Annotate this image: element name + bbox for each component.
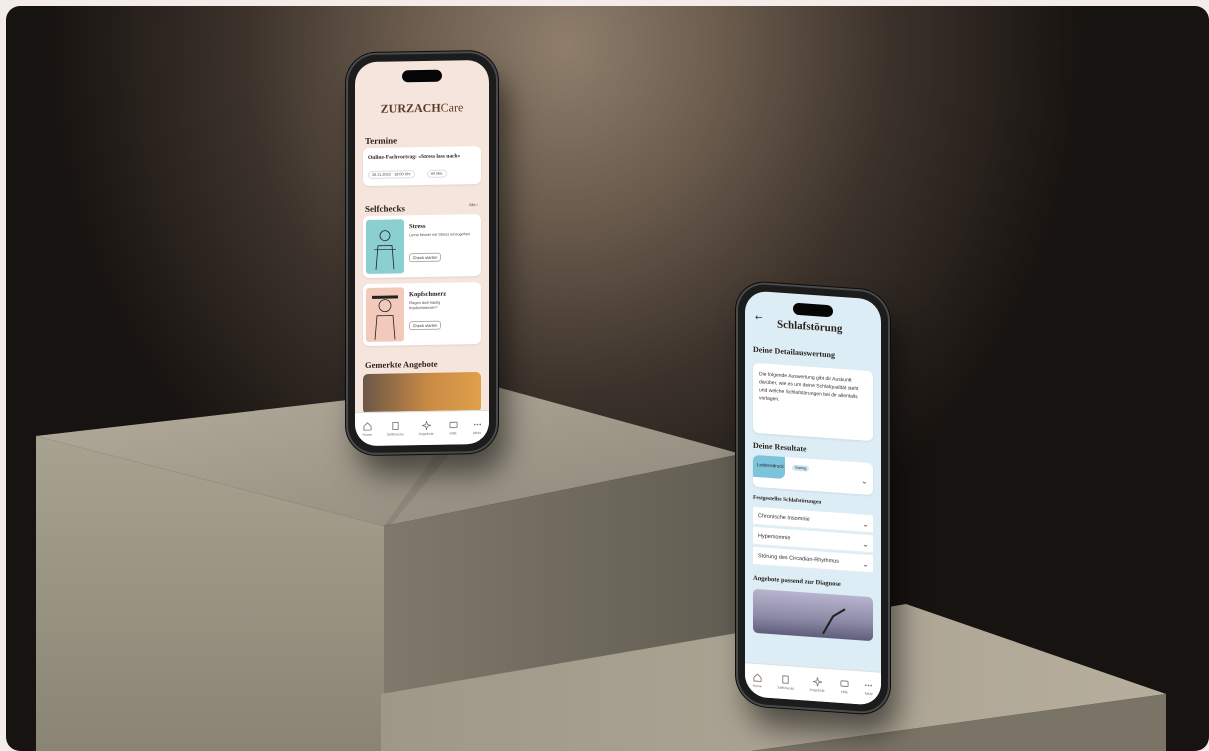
spark-icon (812, 677, 822, 687)
selfcheck-title: Kopfschmerz (409, 290, 447, 299)
clipboard-icon (392, 421, 399, 431)
offer-image[interactable] (363, 371, 481, 415)
bottom-navigation: Home Selfchecks Angebote Hilfe Mehr (355, 409, 489, 447)
app-logo: ZURZACHCare (380, 100, 464, 116)
section-title-results: Deine Resultate (753, 440, 807, 454)
nav-mehr[interactable]: Mehr (473, 420, 482, 435)
finding-label: Chronische Insomnie (758, 513, 810, 523)
back-arrow-icon[interactable]: ← (755, 313, 763, 324)
nav-hilfe[interactable]: Hilfe (840, 679, 849, 695)
selfcheck-card-stress[interactable]: Stress Lerne besser mit Stress umzugehen… (363, 213, 481, 279)
nav-hilfe[interactable]: Hilfe (449, 420, 458, 436)
selfchecks-more-link[interactable]: Alle › (469, 202, 478, 207)
results-card[interactable]: Leidensdruck Gering ⌄ (753, 454, 873, 496)
chevron-down-icon: ⌄ (862, 519, 869, 529)
dynamic-island (793, 302, 833, 318)
chevron-down-icon: ⌄ (862, 559, 869, 569)
photo-scene: ZURZACHCare Termine Online-Fachvortrag: … (6, 6, 1209, 751)
nav-home[interactable]: Home (362, 422, 372, 437)
section-title-offers: Angebote passend zur Diagnose (753, 574, 841, 588)
selfcheck-card-kopfschmerz[interactable]: Kopfschmerz Plagen dich häufig Kopfschme… (363, 281, 481, 347)
section-title-termine: Termine (365, 135, 398, 146)
selfcheck-desc: Plagen dich häufig Kopfschmerzen? (409, 300, 441, 311)
appointment-title: Online-Fachvortrag: «Stress lass nach» (368, 153, 461, 161)
phone-left-screen: ZURZACHCare Termine Online-Fachvortrag: … (355, 59, 489, 447)
leaping-figure-illustration (822, 608, 846, 635)
nav-mehr[interactable]: Mehr (864, 681, 873, 697)
nav-angebote[interactable]: Angebote (419, 420, 434, 436)
dynamic-island (402, 69, 442, 83)
more-icon (473, 423, 481, 426)
section-title-offers: Gemerkte Angebote (365, 358, 438, 370)
concrete-pedestal-left (36, 384, 1166, 751)
phone-right-screen: ← Schlafstörung Deine Detailauswertung D… (745, 290, 881, 706)
section-title-selfchecks: Selfchecks (365, 203, 405, 214)
finding-label: Störung des Circadian-Rhythmus (758, 553, 840, 565)
selfcheck-desc: Lerne besser mit Stress umzugehen (409, 232, 470, 238)
appointment-card[interactable]: Online-Fachvortrag: «Stress lass nach» 2… (363, 145, 481, 187)
check-start-button[interactable]: Check starten (409, 252, 441, 263)
phone-right: ← Schlafstörung Deine Detailauswertung D… (738, 282, 888, 714)
headache-illustration (366, 287, 404, 342)
spark-icon (421, 420, 431, 431)
page-title: Schlafstörung (777, 318, 843, 336)
nav-angebote[interactable]: Angebote (810, 677, 825, 693)
home-icon (363, 422, 372, 431)
bottom-navigation: Home Selfchecks Angebote Hilfe Mehr (745, 662, 881, 706)
stress-illustration (366, 219, 404, 274)
nav-selfchecks[interactable]: Selfchecks (777, 675, 794, 691)
nav-selfchecks[interactable]: Selfchecks (387, 421, 404, 437)
appointment-duration: 60 Min. (427, 169, 448, 178)
chat-icon (449, 421, 458, 429)
section-title-findings: Festgestellte Schlafstörungen (753, 494, 822, 506)
offer-image[interactable] (753, 588, 873, 642)
finding-label: Hypersomnie (758, 533, 791, 542)
severity-tag: Gering (792, 464, 810, 472)
detail-card: Die folgende Auswertung gibt dir Auskunf… (753, 362, 873, 442)
nav-home[interactable]: Home (753, 673, 762, 688)
appointment-date: 28.11.2023 · 18:00 Uhr (368, 170, 415, 179)
section-title-detail: Deine Detailauswertung (753, 344, 835, 360)
chevron-down-icon: ⌄ (862, 539, 869, 549)
chevron-down-icon[interactable]: ⌄ (861, 476, 868, 485)
chat-icon (840, 680, 849, 687)
phone-left: ZURZACHCare Termine Online-Fachvortrag: … (348, 52, 496, 454)
check-start-button[interactable]: Check starten (409, 320, 441, 331)
detail-text: Die folgende Auswertung gibt dir Auskunf… (759, 371, 859, 403)
more-icon (865, 684, 873, 687)
clipboard-icon (782, 675, 789, 684)
selfcheck-title: Stress (409, 222, 426, 231)
home-icon (753, 673, 762, 682)
